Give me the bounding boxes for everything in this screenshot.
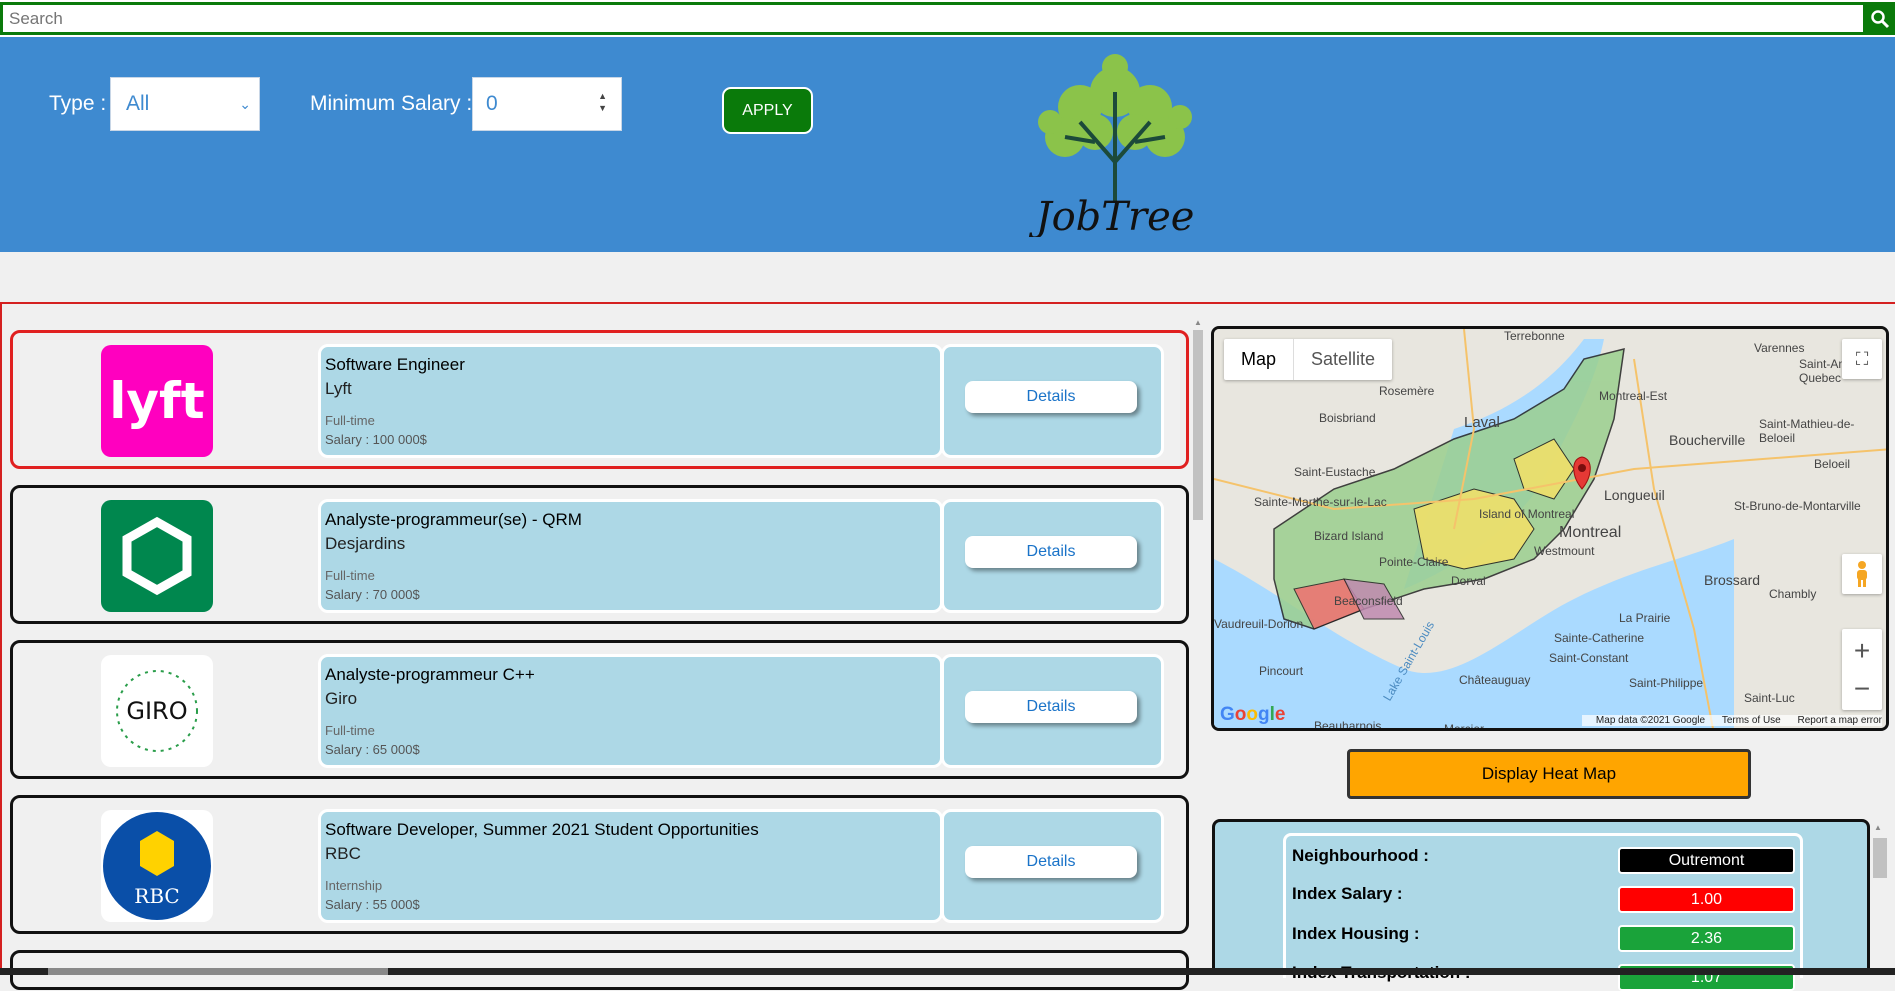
job-company: Lyft	[325, 379, 352, 398]
job-type: Full-time	[325, 568, 375, 583]
stats-scrollbar[interactable]: ▲	[1870, 820, 1890, 975]
index-housing-value: 2.36	[1618, 925, 1795, 952]
min-salary-value: 0	[486, 92, 498, 115]
tab-satellite[interactable]: Satellite	[1293, 339, 1392, 380]
job-card[interactable]: lyft Software Engineer Lyft Full-time Sa…	[10, 330, 1189, 469]
search-icon	[1870, 9, 1889, 28]
report-link[interactable]: Report a map error	[1798, 715, 1882, 726]
svg-text:GIRO: GIRO	[126, 697, 187, 725]
neighbourhood-value: Outremont	[1618, 847, 1795, 874]
pegman-icon	[1857, 561, 1867, 587]
zoom-in-button[interactable]: +	[1854, 632, 1870, 670]
company-logo: lyft	[101, 345, 213, 457]
horizontal-scrollbar[interactable]	[0, 968, 1895, 975]
hexagon-icon	[122, 516, 192, 596]
job-info: Analyste-programmeur C++ Giro Full-time …	[318, 654, 943, 768]
list-scrollbar[interactable]: ▲	[1192, 318, 1203, 520]
job-type: Full-time	[325, 723, 375, 738]
giro-logo: GIRO	[116, 670, 198, 752]
index-salary-label: Index Salary :	[1292, 884, 1403, 903]
job-title: Software Engineer	[325, 355, 465, 374]
job-salary: Salary : 65 000$	[325, 742, 420, 757]
map[interactable]: Terrebonne Varennes Saint-Amable, Quebec…	[1211, 326, 1889, 731]
stepper-icon[interactable]: ▲ ▼	[598, 90, 607, 114]
job-info: Software Engineer Lyft Full-time Salary …	[318, 344, 943, 458]
job-card[interactable]: Analyste-programmeur(se) - QRM Desjardin…	[10, 485, 1189, 624]
details-button[interactable]: Details	[965, 381, 1137, 413]
zoom-out-button[interactable]: −	[1854, 670, 1870, 708]
job-salary: Salary : 55 000$	[325, 897, 420, 912]
job-action: Details	[941, 654, 1164, 768]
details-button[interactable]: Details	[965, 536, 1137, 568]
details-button[interactable]: Details	[965, 846, 1137, 878]
job-action: Details	[941, 344, 1164, 458]
job-salary: Salary : 100 000$	[325, 432, 427, 447]
map-attribution: Map data ©2021 Google Terms of Use Repor…	[1581, 715, 1882, 726]
tab-map[interactable]: Map	[1224, 339, 1293, 380]
salary-label: Minimum Salary :	[310, 92, 473, 115]
map-type-toggle: Map Satellite	[1224, 339, 1393, 380]
job-title: Software Developer, Summer 2021 Student …	[325, 820, 759, 839]
display-heat-map-button[interactable]: Display Heat Map	[1347, 749, 1751, 799]
index-salary-value: 1.00	[1618, 886, 1795, 913]
job-action: Details	[941, 809, 1164, 923]
job-info: Analyste-programmeur(se) - QRM Desjardin…	[318, 499, 943, 613]
search-input[interactable]	[0, 2, 1866, 35]
company-logo	[101, 500, 213, 612]
chevron-down-icon: ⌄	[239, 96, 251, 112]
job-action: Details	[941, 499, 1164, 613]
jobtree-logo: JobTree	[1029, 54, 1195, 237]
job-info: Software Developer, Summer 2021 Student …	[318, 809, 943, 923]
company-logo: GIRO	[101, 655, 213, 767]
header: Type : All ⌄ Minimum Salary : 0 ▲ ▼ APPLY…	[0, 37, 1895, 252]
zoom-control: + −	[1842, 629, 1882, 710]
company-logo: RBC	[101, 810, 213, 922]
fullscreen-icon: ⛶	[1855, 348, 1869, 369]
job-title: Analyste-programmeur C++	[325, 665, 535, 684]
job-card[interactable]: GIRO Analyste-programmeur C++ Giro Full-…	[10, 640, 1189, 779]
stats-table: Neighbourhood : Outremont Index Salary :…	[1283, 833, 1803, 991]
details-button[interactable]: Details	[965, 691, 1137, 723]
neighbourhood-label: Neighbourhood :	[1292, 846, 1429, 865]
job-company: Desjardins	[325, 534, 406, 553]
job-company: RBC	[325, 844, 361, 863]
search-bar	[0, 0, 1895, 37]
job-title: Analyste-programmeur(se) - QRM	[325, 510, 582, 529]
street-view-button[interactable]	[1842, 554, 1882, 594]
job-type: Internship	[325, 878, 383, 893]
type-select-value: All	[126, 92, 150, 115]
type-label: Type :	[49, 92, 107, 115]
job-type: Full-time	[325, 413, 375, 428]
job-card[interactable]: RBC Software Developer, Summer 2021 Stud…	[10, 795, 1189, 934]
index-housing-label: Index Housing :	[1292, 924, 1420, 943]
job-salary: Salary : 70 000$	[325, 587, 420, 602]
rbc-logo: RBC	[103, 812, 211, 920]
apply-button[interactable]: APPLY	[722, 87, 813, 134]
job-company: Giro	[325, 689, 358, 708]
logo-text: JobTree	[1029, 194, 1195, 237]
google-logo: Google	[1220, 704, 1286, 725]
svg-text:RBC: RBC	[134, 884, 179, 908]
type-select[interactable]: All ⌄	[110, 77, 260, 131]
fullscreen-button[interactable]: ⛶	[1842, 339, 1882, 379]
neighbourhood-stats: Neighbourhood : Outremont Index Salary :…	[1212, 819, 1870, 991]
terms-link[interactable]: Terms of Use	[1722, 715, 1781, 726]
min-salary-input[interactable]: 0 ▲ ▼	[472, 77, 622, 131]
search-button[interactable]	[1864, 2, 1895, 35]
